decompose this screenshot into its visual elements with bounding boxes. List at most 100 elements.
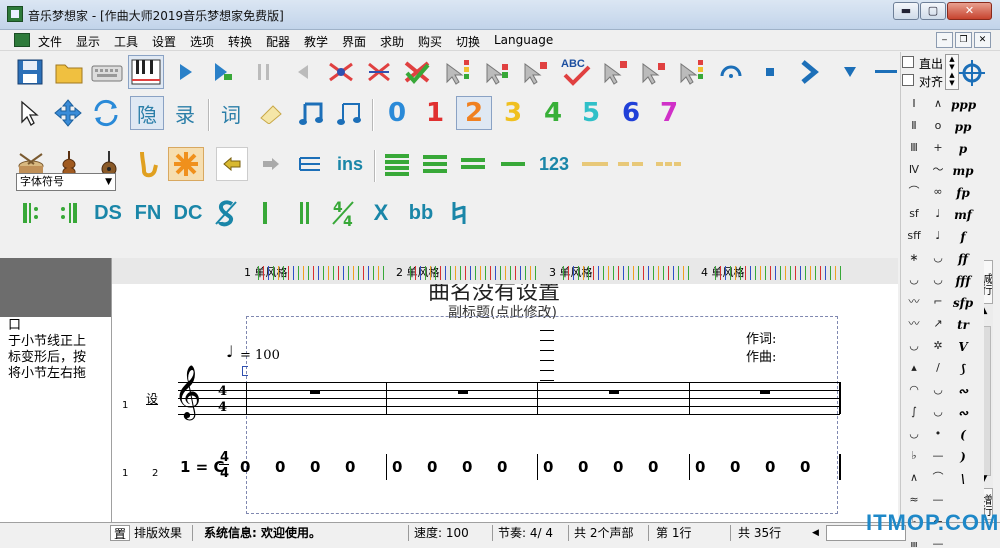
palette-symbol[interactable]: ◡ [903, 336, 925, 356]
check-button[interactable] [400, 55, 434, 89]
menu-help[interactable]: 求助 [380, 33, 404, 50]
num-3-button[interactable]: 3 [496, 96, 530, 130]
lines-4-button[interactable] [380, 147, 414, 181]
menu-interface[interactable]: 界面 [342, 33, 366, 50]
move-button[interactable] [52, 96, 84, 130]
asterisk-button[interactable] [168, 147, 204, 181]
direct-out-checkbox[interactable] [902, 56, 914, 68]
menu-view[interactable]: 显示 [76, 33, 100, 50]
palette-symbol[interactable]: ⟆ [951, 358, 975, 380]
palette-symbol[interactable]: ◠ [903, 380, 925, 400]
palette-symbol[interactable]: ∾ [951, 380, 975, 402]
select-up-button[interactable] [440, 55, 474, 89]
spin-button[interactable]: ▲ ▼ ▲ ▼ [945, 54, 959, 90]
underline-2-button[interactable] [614, 147, 648, 181]
palette-symbol[interactable]: ♩ [927, 226, 949, 246]
palette-symbol[interactable]: ≈ [903, 490, 925, 510]
doc-icon[interactable] [14, 33, 30, 47]
menu-convert[interactable]: 转换 [228, 33, 252, 50]
jianpu-note[interactable]: 0 [800, 458, 810, 476]
palette-symbol[interactable]: ∞ [927, 182, 949, 202]
beam-button[interactable] [294, 96, 328, 130]
menu-switch[interactable]: 切换 [456, 33, 480, 50]
ds-button[interactable]: DS [90, 196, 126, 230]
num-4-button[interactable]: 4 [536, 96, 570, 130]
palette-symbol[interactable]: V [951, 336, 975, 358]
palette-symbol[interactable]: f [951, 226, 975, 248]
number-123-button[interactable]: 123 [534, 147, 574, 181]
cross-button[interactable] [362, 55, 396, 89]
palette-symbol[interactable]: ✲ [927, 336, 949, 356]
lines-3-button[interactable] [418, 147, 452, 181]
cursor-red2-button[interactable] [636, 55, 670, 89]
palette-symbol[interactable]: ∾ [951, 402, 975, 424]
mdi-close-button[interactable]: ✕ [974, 32, 991, 48]
palette-symbol[interactable]: ∫ [903, 402, 925, 422]
palette-symbol[interactable]: mf [951, 204, 975, 226]
font-symbol-select[interactable]: 字体符号 ▼ [16, 173, 116, 191]
marcato-button[interactable] [836, 55, 864, 89]
palette-symbol[interactable]: 〰 [903, 292, 925, 312]
palette-symbol[interactable]: \ [951, 468, 975, 490]
menu-options[interactable]: 选项 [190, 33, 214, 50]
underline-3-button[interactable] [652, 147, 686, 181]
palette-symbol[interactable]: ◡ [903, 270, 925, 290]
unbeam-button[interactable] [332, 96, 366, 130]
staff-lines-button[interactable] [294, 147, 328, 181]
num-0-button[interactable]: 0 [380, 96, 414, 130]
arrow-left-button[interactable] [216, 147, 248, 181]
palette-symbol[interactable]: ∧ [903, 468, 925, 488]
palette-symbol[interactable]: fp [951, 182, 975, 204]
jianpu-note[interactable]: 0 [543, 458, 553, 476]
spell-check-button[interactable]: ABC [558, 54, 594, 88]
palette-symbol[interactable]: ) [951, 446, 975, 468]
dot-button[interactable] [756, 55, 784, 89]
segno-button[interactable] [208, 196, 244, 230]
minimize-button[interactable]: ▬ [893, 2, 919, 20]
repeat-end-button[interactable] [52, 196, 86, 230]
palette-symbol[interactable]: ◡ [903, 424, 925, 444]
jianpu-note[interactable]: 0 [695, 458, 705, 476]
time-sig-button[interactable]: 44 [326, 196, 360, 230]
select-low-button[interactable] [518, 55, 552, 89]
palette-symbol[interactable]: ⌒ [927, 468, 949, 488]
num-5-button[interactable]: 5 [574, 96, 608, 130]
keyboard-button[interactable] [90, 55, 124, 89]
palette-symbol[interactable]: + [927, 138, 949, 158]
palette-symbol[interactable]: fff [951, 270, 975, 292]
close-button[interactable]: ✕ [947, 2, 992, 20]
jianpu-note[interactable]: 0 [730, 458, 740, 476]
jianpu-note[interactable]: 0 [392, 458, 402, 476]
palette-symbol[interactable]: o [927, 116, 949, 136]
palette-symbol[interactable]: tr [951, 314, 975, 336]
palette-symbol[interactable]: — [927, 446, 949, 466]
palette-symbol[interactable]: Ⅲ [903, 138, 925, 158]
palette-symbol[interactable]: ◡ [927, 402, 949, 422]
crosshair-icon[interactable] [959, 60, 985, 86]
jianpu-note[interactable]: 0 [240, 458, 250, 476]
tab-layout[interactable]: 排版效果 [134, 525, 188, 541]
mdi-restore-button[interactable]: ❐ [955, 32, 972, 48]
lines-2-button[interactable] [456, 147, 490, 181]
double-barline-button[interactable] [288, 196, 322, 230]
palette-symbol[interactable]: ⌐ [927, 292, 949, 312]
palette-symbol[interactable]: p [951, 138, 975, 160]
cursor-traffic-button[interactable] [674, 55, 708, 89]
palette-symbol[interactable]: Ⅱ [903, 116, 925, 136]
align-checkbox[interactable] [902, 74, 914, 86]
palette-symbol[interactable]: ↗ [927, 314, 949, 334]
piano-button[interactable] [128, 55, 164, 89]
jianpu-note[interactable]: 0 [427, 458, 437, 476]
scroll-left-icon[interactable]: ◀ [812, 525, 824, 541]
jianpu-note[interactable]: 0 [578, 458, 588, 476]
barline-button[interactable] [248, 196, 282, 230]
save-button[interactable] [14, 55, 46, 89]
jianpu-note[interactable]: 0 [310, 458, 320, 476]
jianpu-note[interactable]: 0 [497, 458, 507, 476]
num-6-button[interactable]: 6 [614, 96, 648, 130]
play-from-button[interactable] [208, 55, 240, 89]
menu-settings[interactable]: 设置 [152, 33, 176, 50]
palette-symbol[interactable]: Ⅰ [903, 94, 925, 114]
insert-button[interactable]: ins [332, 147, 368, 181]
score-sheet[interactable]: 曲名没有设置 副标题(点此修改) 作词: 作曲: ♩ = 100 1 设 𝄞 4… [112, 284, 898, 522]
